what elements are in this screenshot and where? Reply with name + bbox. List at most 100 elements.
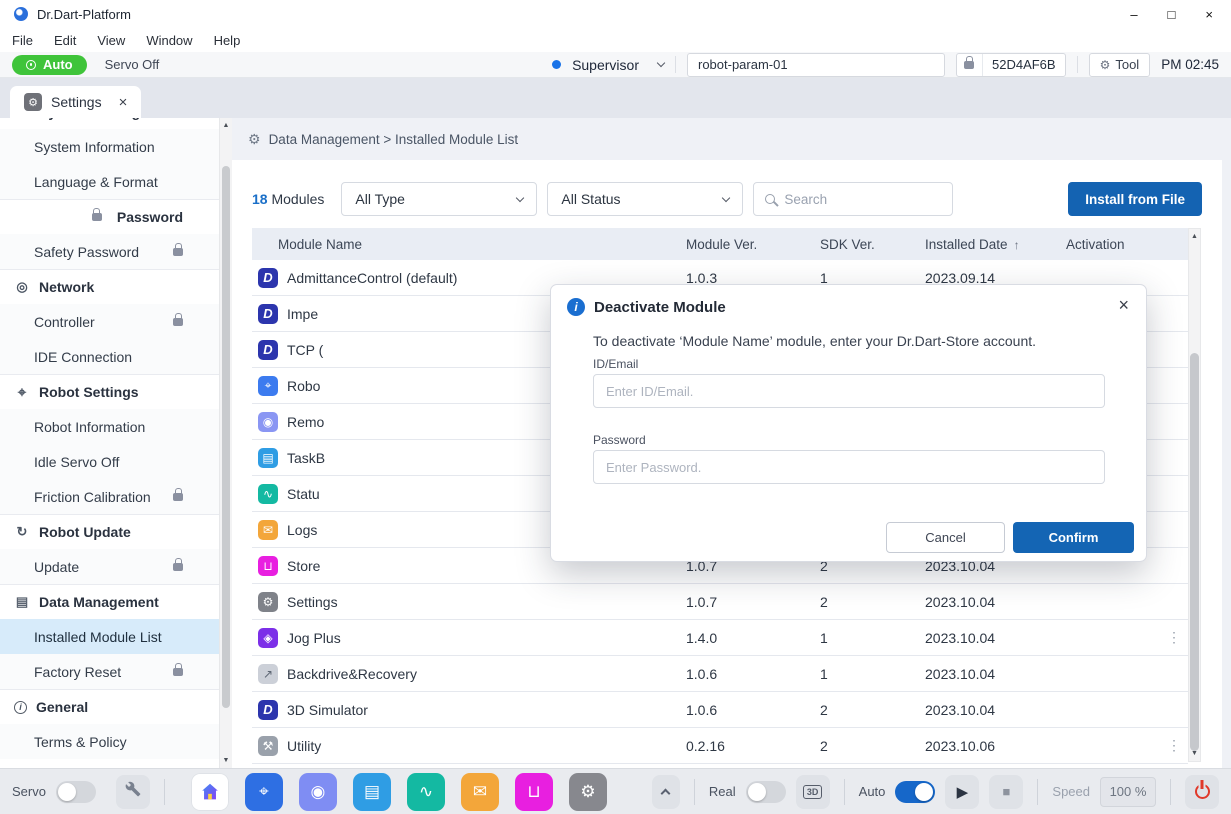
sidebar-item-robot-settings[interactable]: Robot Settings: [0, 374, 219, 409]
settings-app-icon[interactable]: ⚙: [569, 773, 607, 811]
store-app-icon[interactable]: ⊔: [515, 773, 553, 811]
dialog-close-icon[interactable]: ×: [1118, 295, 1129, 316]
simulator-3d-button[interactable]: 3D: [796, 775, 830, 809]
sidebar-item-ide-connection[interactable]: IDE Connection: [0, 339, 219, 374]
sidebar-item-friction-calibration[interactable]: Friction Calibration: [0, 479, 219, 514]
logs-app-icon[interactable]: ✉: [461, 773, 499, 811]
sidebar-item-general[interactable]: General: [0, 689, 219, 724]
sidebar-item-label: Update: [34, 559, 79, 575]
tool-wrench-button[interactable]: [116, 775, 150, 809]
sidebar-item-label: Data Management: [39, 594, 159, 610]
real-mode-toggle[interactable]: [746, 781, 786, 803]
search-input[interactable]: [784, 192, 941, 207]
remote-app-icon[interactable]: ◉: [299, 773, 337, 811]
sidebar-item-language-format[interactable]: Language & Format: [0, 164, 219, 199]
3d-icon: 3D: [803, 785, 823, 799]
status-glyph: ∿: [419, 782, 433, 802]
sidebar-item-controller[interactable]: Controller: [0, 304, 219, 339]
column-header-module-ver[interactable]: Module Ver.: [686, 237, 820, 252]
menu-view[interactable]: View: [97, 33, 125, 48]
content-area: ⚙ Data Management > Installed Module Lis…: [232, 118, 1231, 768]
sidebar-item-terms-policy[interactable]: Terms & Policy: [0, 724, 219, 759]
role-chevron-down-icon[interactable]: [657, 59, 665, 67]
cancel-button[interactable]: Cancel: [886, 522, 1005, 553]
tool-button[interactable]: ⚙ Tool: [1089, 53, 1151, 77]
menu-help[interactable]: Help: [214, 33, 241, 48]
table-row-settings[interactable]: ⚙Settings1.0.722023.10.04: [252, 584, 1188, 620]
play-button[interactable]: ▶: [945, 775, 979, 809]
sidebar-scrollbar[interactable]: ▲ ▼: [219, 118, 232, 768]
store-module-icon: ⊔: [258, 556, 278, 576]
stop-button[interactable]: ■: [989, 775, 1023, 809]
table-row-jog-plus[interactable]: ◈Jog Plus1.4.012023.10.04⋮: [252, 620, 1188, 656]
status-app-icon[interactable]: ∿: [407, 773, 445, 811]
scroll-down-icon[interactable]: ▼: [1189, 750, 1200, 757]
tab-close-icon[interactable]: ×: [119, 94, 128, 111]
auto-mode-toggle[interactable]: [895, 781, 935, 803]
sidebar-item-installed-module-list[interactable]: Installed Module List: [0, 619, 219, 654]
sidebar-item-robot-update[interactable]: Robot Update: [0, 514, 219, 549]
servo-status-label: Servo Off: [105, 57, 160, 72]
column-header-activation[interactable]: Activation: [1066, 237, 1160, 252]
column-header-module-name[interactable]: Module Name: [252, 237, 686, 252]
column-header-sdk-ver[interactable]: SDK Ver.: [820, 237, 925, 252]
type-filter-select[interactable]: All Type: [341, 182, 537, 216]
kebab-menu-icon[interactable]: ⋮: [1167, 629, 1181, 645]
scroll-up-icon[interactable]: ▲: [220, 122, 232, 129]
robot-param-input[interactable]: [687, 53, 945, 77]
sidebar-item-robot-information[interactable]: Robot Information: [0, 409, 219, 444]
scroll-up-icon[interactable]: ▲: [1189, 233, 1200, 240]
scroll-down-icon[interactable]: ▼: [220, 757, 232, 764]
sidebar-item-system-information[interactable]: System Information: [0, 129, 219, 164]
table-row-3d-simulator[interactable]: D3D Simulator1.0.622023.10.04: [252, 692, 1188, 728]
home-app-icon[interactable]: [191, 773, 229, 811]
collapse-panel-button[interactable]: [652, 775, 680, 809]
status-filter-select[interactable]: All Status: [547, 182, 743, 216]
table-row-backdrive-recovery[interactable]: ↗Backdrive&Recovery1.0.612023.10.04: [252, 656, 1188, 692]
sidebar-item-system-settings[interactable]: System Settings: [0, 118, 219, 129]
sidebar-item-data-management[interactable]: Data Management: [0, 584, 219, 619]
lock-icon: [173, 668, 183, 676]
install-from-file-button[interactable]: Install from File: [1068, 182, 1202, 216]
sidebar-item-label: Safety Password: [34, 244, 139, 260]
module-count-number: 18: [252, 191, 268, 207]
password-field[interactable]: [593, 450, 1105, 484]
robot-serial-badge[interactable]: 52D4AF6B: [956, 53, 1066, 77]
menu-edit[interactable]: Edit: [54, 33, 76, 48]
sdk-version-cell: 2: [820, 738, 925, 754]
servo-toggle[interactable]: [56, 781, 96, 803]
menu-window[interactable]: Window: [146, 33, 192, 48]
task-app-icon[interactable]: ▤: [353, 773, 391, 811]
speed-value[interactable]: 100 %: [1100, 777, 1156, 807]
robot-app-icon[interactable]: ⌖: [245, 773, 283, 811]
table-row-utility[interactable]: ⚒Utility0.2.1622023.10.06⋮: [252, 728, 1188, 764]
data-icon: [14, 594, 30, 610]
sidebar-item-update[interactable]: Update: [0, 549, 219, 584]
kebab-menu-icon[interactable]: ⋮: [1167, 737, 1181, 753]
main-area: System SettingsSystem InformationLanguag…: [0, 118, 1231, 768]
tab-settings[interactable]: ⚙ Settings ×: [10, 86, 141, 118]
column-header-installed-date[interactable]: Installed Date↑: [925, 237, 1066, 252]
minimize-button[interactable]: –: [1130, 7, 1137, 22]
menu-file[interactable]: File: [12, 33, 33, 48]
module-version-cell: 1.0.6: [686, 666, 820, 682]
sidebar-item-safety-password[interactable]: Safety Password: [0, 234, 219, 269]
table-scrollbar[interactable]: ▲ ▼: [1188, 228, 1201, 762]
mode-badge[interactable]: Auto: [12, 55, 87, 75]
divider: [694, 779, 695, 805]
app-logo-icon: [14, 7, 28, 21]
dart-module-icon: D: [258, 268, 278, 288]
id-email-field[interactable]: [593, 374, 1105, 408]
sidebar-item-network[interactable]: Network: [0, 269, 219, 304]
maximize-button[interactable]: □: [1168, 7, 1176, 22]
sidebar-item-password[interactable]: Password: [0, 199, 219, 234]
sidebar-item-factory-reset[interactable]: Factory Reset: [0, 654, 219, 689]
close-button[interactable]: ×: [1205, 7, 1213, 22]
sidebar-scroll-thumb[interactable]: [222, 166, 230, 708]
confirm-button[interactable]: Confirm: [1013, 522, 1134, 553]
sidebar-item-idle-servo-off[interactable]: Idle Servo Off: [0, 444, 219, 479]
module-version-cell: 1.4.0: [686, 630, 820, 646]
power-button[interactable]: [1185, 775, 1219, 809]
settings-gear-icon: ⚙: [24, 93, 42, 111]
table-scroll-thumb[interactable]: [1190, 353, 1199, 751]
